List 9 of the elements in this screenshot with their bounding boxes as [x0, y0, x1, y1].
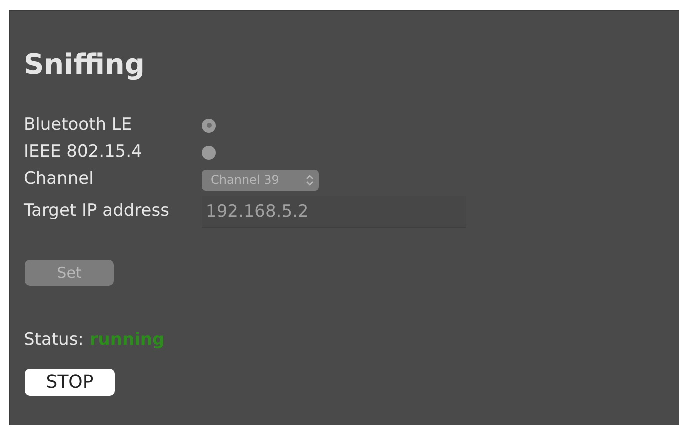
status-label: Status: [24, 329, 84, 352]
section-title: Sniffing [24, 51, 145, 79]
channel-label: Channel [24, 168, 95, 192]
option-label: Bluetooth LE [24, 114, 134, 137]
chevron-icon [306, 174, 314, 186]
option-label: IEEE 802.15.4 [24, 140, 144, 164]
stop-button[interactable]: STOP [25, 369, 115, 396]
status-value: running [90, 329, 165, 352]
target-ip-label: Target IP address [24, 200, 170, 224]
